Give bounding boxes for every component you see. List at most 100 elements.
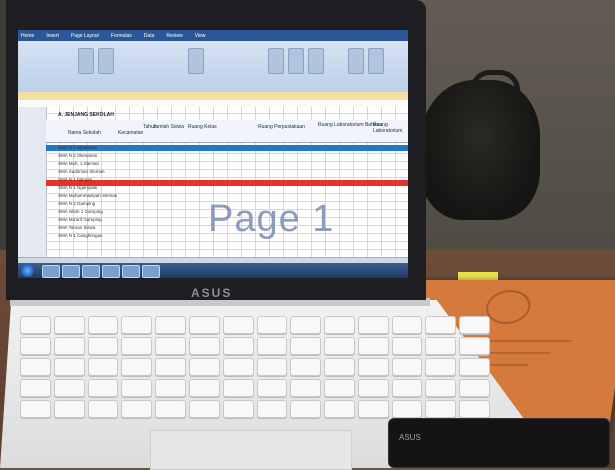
keyboard-key (357, 358, 389, 376)
keyboard-key (290, 358, 322, 376)
keyboard-key (188, 379, 220, 397)
keyboard-key (425, 316, 457, 334)
taskbar (18, 263, 408, 278)
ribbon-button[interactable] (98, 48, 114, 74)
keyboard-key (155, 337, 186, 355)
ribbon-tab[interactable]: Formulas (108, 33, 135, 39)
ribbon-button[interactable] (288, 48, 304, 74)
browser-icon[interactable] (62, 265, 80, 278)
keyboard-key (20, 358, 51, 376)
keyboard-key (20, 400, 51, 418)
ribbon-button[interactable] (78, 48, 94, 74)
table-row[interactable]: SMA Ma'arif Gamping (58, 217, 102, 222)
table-row[interactable]: SMA Taman Siswa (58, 225, 95, 230)
ribbon-button[interactable] (348, 48, 364, 74)
table-row[interactable]: SMA N 1 Ngemplak (58, 185, 97, 190)
ribbon-tab[interactable]: Insert (43, 33, 62, 39)
explorer-icon[interactable] (42, 265, 60, 278)
keyboard-key (256, 337, 288, 355)
keyboard-key (357, 316, 389, 334)
table-row[interactable]: SMA Sudirman Sleman (58, 169, 105, 174)
ribbon-tab[interactable]: Page Layout (68, 33, 102, 39)
column-header: Jumlah Siswa (153, 124, 184, 130)
table-row[interactable]: SMA N 1 Cangkringan (58, 233, 103, 238)
keyboard-key (459, 400, 490, 418)
keyboard-key (256, 379, 288, 397)
keyboard-key (357, 379, 389, 397)
keyboard-key (459, 379, 490, 397)
keyboard-key (155, 400, 186, 418)
keyboard-key (256, 358, 288, 376)
keyboard-key (459, 337, 490, 355)
keyboard-key (155, 358, 186, 376)
keyboard-key (357, 400, 389, 418)
excel-icon[interactable] (122, 265, 140, 278)
highlight-row-blue (46, 145, 408, 151)
table-row[interactable]: SMA N 1 Slemanan (58, 145, 97, 150)
keyboard-key (391, 379, 423, 397)
keyboard-key (188, 316, 220, 334)
keyboard-key (188, 400, 220, 418)
media-icon[interactable] (82, 265, 100, 278)
ribbon-button[interactable] (368, 48, 384, 74)
keyboard-key (425, 358, 457, 376)
keyboard-key (222, 379, 254, 397)
asus-sticker: ASUS (388, 418, 610, 468)
ribbon-tab[interactable]: View (192, 33, 209, 39)
laptop-screen: Home Insert Page Layout Formulas Data Review V… (18, 30, 408, 278)
keyboard-key (459, 358, 490, 376)
table-row[interactable]: SMA Islam 1 Gamping (58, 209, 103, 214)
keyboard-key (425, 337, 457, 355)
ribbon-tabs: Home Insert Page Layout Formulas Data Review V… (18, 30, 408, 41)
keyboard-key (155, 379, 186, 397)
page-watermark: Page 1 (208, 198, 335, 240)
keyboard (20, 316, 490, 418)
keyboard-key (87, 400, 119, 418)
keyboard-key (290, 316, 322, 334)
keyboard-key (53, 379, 85, 397)
table-row[interactable]: SMA Muhammadiyah Sleman (58, 193, 117, 198)
black-bag (420, 80, 540, 220)
laptop-logo: ASUS (191, 286, 233, 300)
table-row[interactable]: SMA N 2 Slemanan (58, 153, 97, 158)
keyboard-key (324, 337, 355, 355)
ribbon-button[interactable] (268, 48, 284, 74)
table-row[interactable]: SMA N 1 Mergan (58, 177, 92, 182)
ribbon: Home Insert Page Layout Formulas Data Review V… (18, 30, 408, 93)
keyboard-key (222, 358, 254, 376)
keyboard-key (324, 358, 355, 376)
column-header: Nama Sekolah (68, 130, 101, 136)
keyboard-key (87, 379, 119, 397)
keyboard-key (222, 400, 254, 418)
keyboard-key (87, 316, 119, 334)
highlight-row-red (46, 180, 408, 186)
keyboard-key (121, 337, 153, 355)
keyboard-key (290, 379, 322, 397)
keyboard-key (53, 337, 85, 355)
ribbon-tab[interactable]: Data (141, 33, 158, 39)
app-icon[interactable] (142, 265, 160, 278)
keyboard-key (290, 400, 322, 418)
keyboard-key (53, 400, 85, 418)
keyboard-key (324, 379, 355, 397)
start-button-icon[interactable] (21, 264, 34, 277)
keyboard-key (20, 379, 51, 397)
ribbon-tab[interactable]: Review (163, 33, 185, 39)
keyboard-key (256, 400, 288, 418)
keyboard-key (53, 358, 85, 376)
keyboard-key (20, 337, 51, 355)
keyboard-key (222, 337, 254, 355)
ribbon-button[interactable] (308, 48, 324, 74)
touchpad (150, 430, 352, 470)
ribbon-button[interactable] (188, 48, 204, 74)
keyboard-key (188, 337, 220, 355)
laptop-lid: Home Insert Page Layout Formulas Data Review V… (6, 0, 426, 300)
table-row[interactable]: SMA N 2 Gamping (58, 201, 95, 206)
column-header: Ruang Perpustakaan (258, 124, 305, 130)
word-icon[interactable] (102, 265, 120, 278)
column-header: Ruang Kelas (188, 124, 217, 130)
table-row[interactable]: SMA Muh. 1 Sleman (58, 161, 99, 166)
keyboard-key (425, 379, 457, 397)
keyboard-key (459, 316, 490, 334)
ribbon-tab[interactable]: Home (18, 33, 37, 39)
